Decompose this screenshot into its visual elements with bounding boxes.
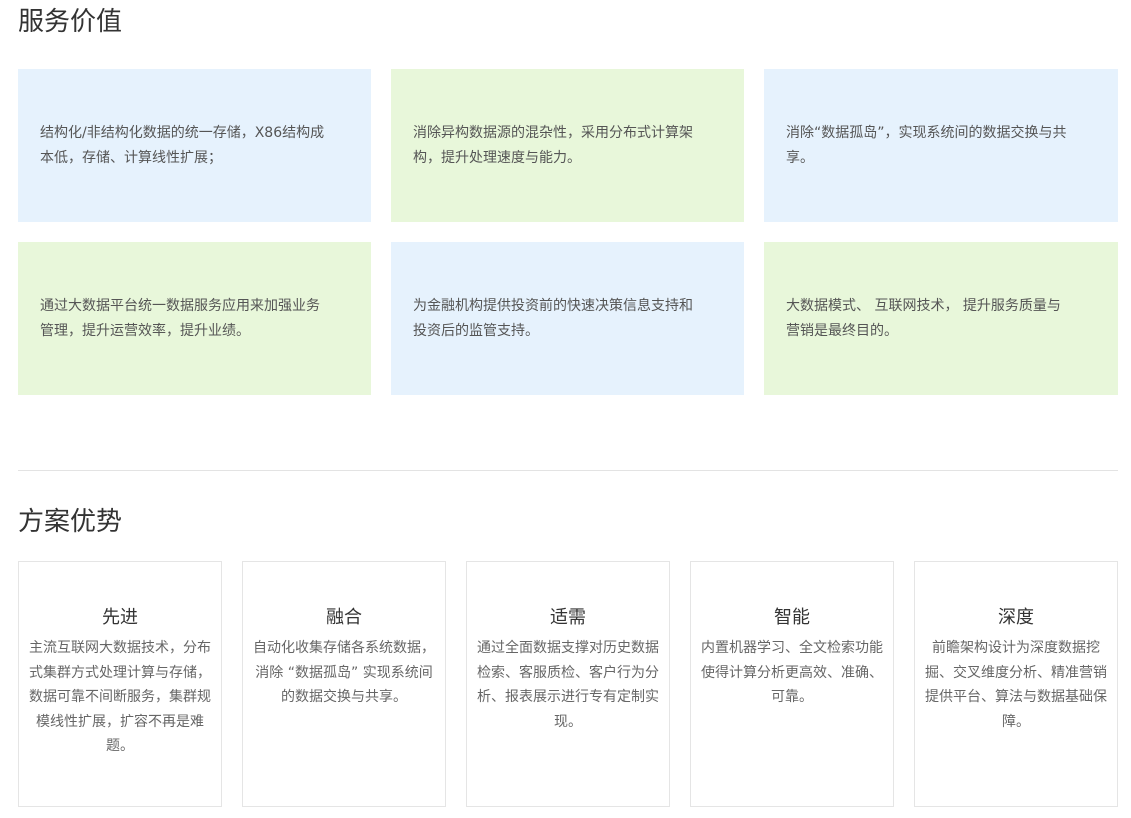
value-card: 为金融机构提供投资前的快速决策信息支持和投资后的监管支持。 bbox=[391, 242, 744, 395]
advantage-card: 深度 前瞻架构设计为深度数据挖掘、交叉维度分析、精准营销提供平台、算法与数据基础… bbox=[914, 561, 1118, 807]
advantage-card-title: 智能 bbox=[774, 607, 810, 628]
value-card: 消除“数据孤岛”，实现系统间的数据交换与共享。 bbox=[764, 69, 1118, 222]
section-divider bbox=[18, 470, 1118, 471]
advantage-card-desc: 前瞻架构设计为深度数据挖掘、交叉维度分析、精准营销提供平台、算法与数据基础保障。 bbox=[925, 640, 1107, 730]
advantage-card-desc: 自动化收集存储各系统数据，消除 “数据孤岛” 实现系统间的数据交换与共享。 bbox=[253, 640, 435, 705]
advantage-card-title: 先进 bbox=[102, 607, 138, 628]
value-card: 消除异构数据源的混杂性，采用分布式计算架构，提升处理速度与能力。 bbox=[391, 69, 744, 222]
advantage-card: 融合 自动化收集存储各系统数据，消除 “数据孤岛” 实现系统间的数据交换与共享。 bbox=[242, 561, 446, 807]
value-card-text: 通过大数据平台统一数据服务应用来加强业务管理，提升运营效率，提升业绩。 bbox=[40, 297, 320, 339]
advantage-card-title: 深度 bbox=[998, 607, 1034, 628]
section-title-solution-advantage: 方案优势 bbox=[18, 507, 123, 537]
advantage-card-desc: 主流互联网大数据技术，分布式集群方式处理计算与存储，数据可靠不间断服务，集群规模… bbox=[29, 640, 211, 754]
value-card-text: 消除异构数据源的混杂性，采用分布式计算架构，提升处理速度与能力。 bbox=[413, 124, 693, 166]
value-card: 大数据模式、 互联网技术， 提升服务质量与营销是最终目的。 bbox=[764, 242, 1118, 395]
advantage-card-desc: 通过全面数据支撑对历史数据检索、客服质检、客户行为分析、报表展示进行专有定制实现… bbox=[477, 640, 659, 730]
advantage-card-title: 适需 bbox=[550, 607, 586, 628]
value-card-text: 大数据模式、 互联网技术， 提升服务质量与营销是最终目的。 bbox=[786, 297, 1061, 339]
advantage-card: 先进 主流互联网大数据技术，分布式集群方式处理计算与存储，数据可靠不间断服务，集… bbox=[18, 561, 222, 807]
service-value-grid: 结构化/非结构化数据的统一存储，X86结构成本低，存储、计算线性扩展； 消除异构… bbox=[18, 69, 1118, 395]
value-card-text: 为金融机构提供投资前的快速决策信息支持和投资后的监管支持。 bbox=[413, 297, 693, 339]
value-card-text: 消除“数据孤岛”，实现系统间的数据交换与共享。 bbox=[786, 124, 1067, 166]
advantage-card: 智能 内置机器学习、全文检索功能使得计算分析更高效、准确、可靠。 bbox=[690, 561, 894, 807]
value-card: 通过大数据平台统一数据服务应用来加强业务管理，提升运营效率，提升业绩。 bbox=[18, 242, 371, 395]
value-card-text: 结构化/非结构化数据的统一存储，X86结构成本低，存储、计算线性扩展； bbox=[40, 124, 325, 166]
advantage-card-desc: 内置机器学习、全文检索功能使得计算分析更高效、准确、可靠。 bbox=[701, 640, 883, 705]
advantage-card-title: 融合 bbox=[326, 607, 362, 628]
section-title-service-value: 服务价值 bbox=[18, 7, 123, 37]
solution-advantage-grid: 先进 主流互联网大数据技术，分布式集群方式处理计算与存储，数据可靠不间断服务，集… bbox=[18, 561, 1118, 807]
advantage-card: 适需 通过全面数据支撑对历史数据检索、客服质检、客户行为分析、报表展示进行专有定… bbox=[466, 561, 670, 807]
value-card: 结构化/非结构化数据的统一存储，X86结构成本低，存储、计算线性扩展； bbox=[18, 69, 371, 222]
